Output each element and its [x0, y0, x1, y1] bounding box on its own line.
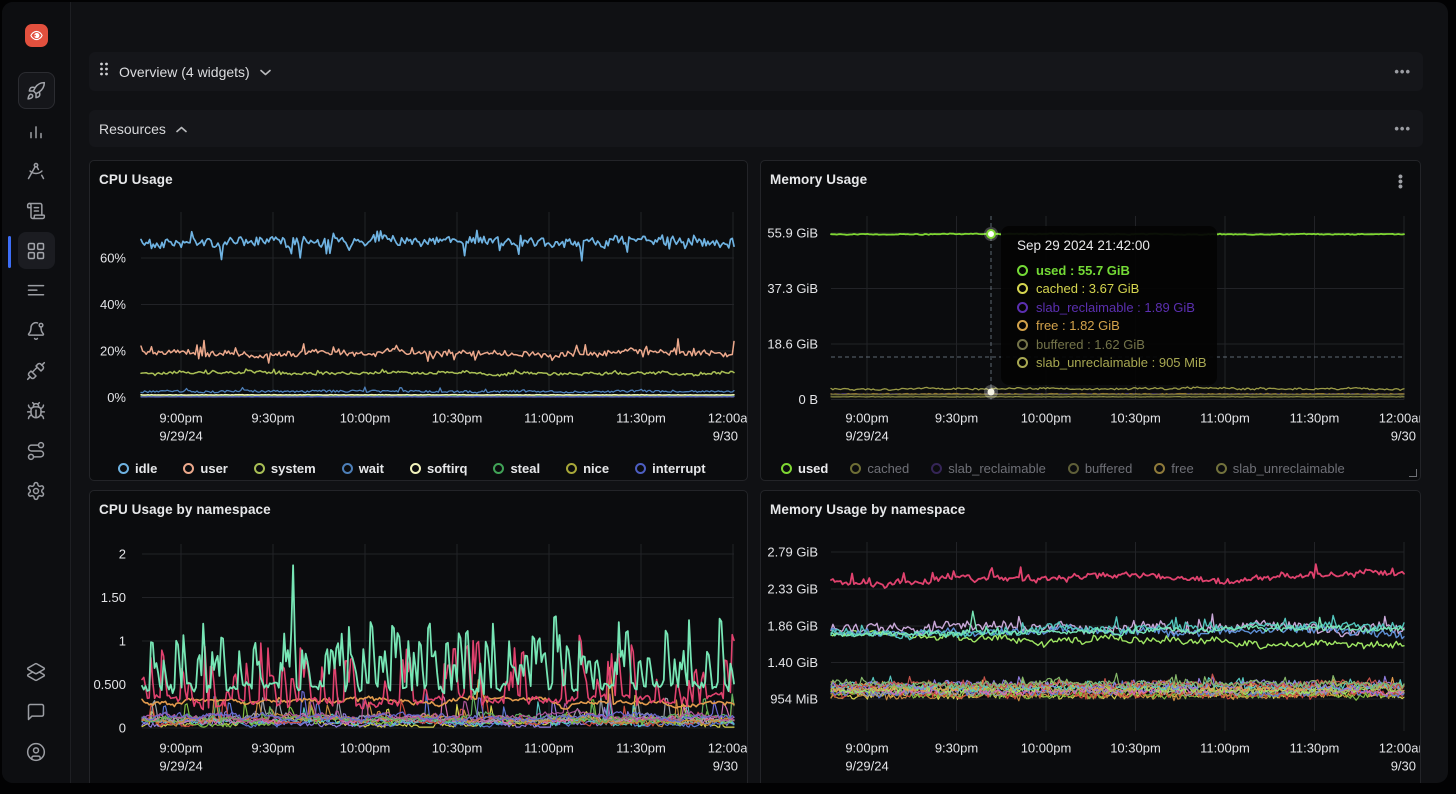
svg-text:1.86 GiB: 1.86 GiB: [767, 619, 818, 634]
svg-text:11:30pm: 11:30pm: [616, 741, 666, 756]
svg-text:10:00pm: 10:00pm: [340, 411, 391, 426]
svg-text:1.40 GiB: 1.40 GiB: [767, 655, 818, 670]
svg-text:11:30pm: 11:30pm: [616, 411, 666, 426]
svg-text:0%: 0%: [107, 390, 126, 405]
svg-text:11:30pm: 11:30pm: [1290, 741, 1340, 756]
svg-text:9/30: 9/30: [713, 759, 738, 774]
svg-text:9/30: 9/30: [1391, 429, 1416, 444]
svg-text:10:00pm: 10:00pm: [1021, 411, 1072, 426]
svg-text:55.9 GiB: 55.9 GiB: [767, 226, 818, 241]
svg-text:0: 0: [119, 721, 126, 736]
svg-text:9/29/24: 9/29/24: [845, 429, 888, 444]
svg-text:1.50: 1.50: [101, 590, 126, 605]
svg-text:10:30pm: 10:30pm: [432, 741, 483, 756]
svg-text:0 B: 0 B: [798, 392, 818, 407]
svg-text:9:00pm: 9:00pm: [159, 741, 202, 756]
svg-text:9:30pm: 9:30pm: [251, 741, 294, 756]
svg-text:9:30pm: 9:30pm: [935, 411, 978, 426]
svg-text:12:00am: 12:00am: [708, 741, 748, 756]
svg-text:20%: 20%: [100, 344, 126, 359]
svg-text:2.79 GiB: 2.79 GiB: [767, 545, 818, 560]
svg-text:2.33 GiB: 2.33 GiB: [767, 582, 818, 597]
svg-text:10:30pm: 10:30pm: [432, 411, 483, 426]
svg-text:40%: 40%: [100, 297, 126, 312]
svg-text:11:00pm: 11:00pm: [1200, 411, 1250, 426]
svg-text:10:30pm: 10:30pm: [1110, 741, 1161, 756]
svg-text:11:00pm: 11:00pm: [1200, 741, 1250, 756]
svg-text:10:00pm: 10:00pm: [1021, 741, 1072, 756]
svg-text:10:00pm: 10:00pm: [340, 741, 391, 756]
svg-text:12:00am: 12:00am: [1379, 741, 1421, 756]
svg-text:9/30: 9/30: [713, 429, 738, 444]
svg-text:12:00am: 12:00am: [1379, 411, 1421, 426]
svg-text:9/29/24: 9/29/24: [845, 759, 888, 774]
svg-text:9:00pm: 9:00pm: [845, 411, 888, 426]
svg-text:0.500: 0.500: [93, 677, 126, 692]
svg-text:11:00pm: 11:00pm: [524, 741, 574, 756]
svg-text:954 MiB: 954 MiB: [770, 692, 818, 707]
svg-text:11:00pm: 11:00pm: [524, 411, 574, 426]
svg-text:1: 1: [119, 634, 126, 649]
svg-text:9:30pm: 9:30pm: [935, 741, 978, 756]
svg-text:18.6 GiB: 18.6 GiB: [767, 337, 818, 352]
svg-text:9:00pm: 9:00pm: [159, 411, 202, 426]
svg-text:9:30pm: 9:30pm: [251, 411, 294, 426]
svg-text:9/30: 9/30: [1391, 759, 1416, 774]
svg-text:37.3 GiB: 37.3 GiB: [767, 281, 818, 296]
svg-text:9/29/24: 9/29/24: [159, 429, 202, 444]
svg-text:12:00am: 12:00am: [708, 411, 748, 426]
svg-text:2: 2: [119, 547, 126, 562]
svg-text:10:30pm: 10:30pm: [1110, 411, 1161, 426]
svg-text:9/29/24: 9/29/24: [159, 759, 202, 774]
svg-text:11:30pm: 11:30pm: [1290, 411, 1340, 426]
svg-text:9:00pm: 9:00pm: [845, 741, 888, 756]
svg-text:60%: 60%: [100, 251, 126, 266]
